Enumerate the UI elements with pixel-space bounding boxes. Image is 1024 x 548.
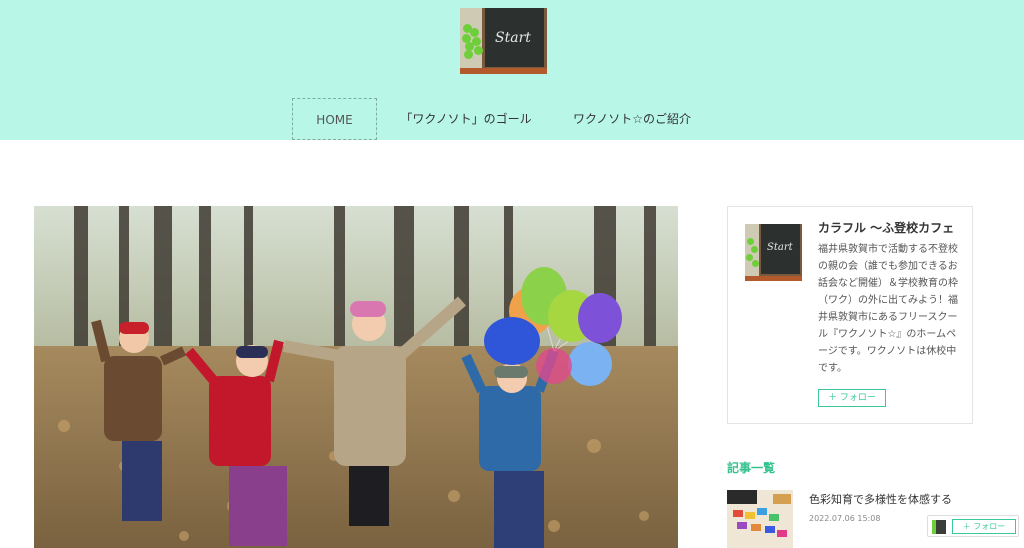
post-date: 2022.07.06 15:08 xyxy=(809,514,881,523)
site-logo[interactable]: Start xyxy=(460,8,547,74)
post-title[interactable]: 色彩知育で多様性を体感する xyxy=(809,491,952,507)
chalkboard-image: Start xyxy=(482,8,547,70)
post-list-title: 記事一覧 xyxy=(727,461,776,475)
profile-board-text: Start xyxy=(767,242,793,253)
plant-image xyxy=(460,22,486,62)
profile-description: 福井県敦賀市で活動する不登校の親の会（誰でも参加できるお話会など開催）＆学校教育… xyxy=(818,244,958,374)
site-header: Start HOME 「ワクノソト」のゴール ワクノソト☆のご紹介 xyxy=(0,0,1024,140)
floating-follow-button[interactable]: ＋ フォロー xyxy=(952,519,1016,534)
global-nav: HOME 「ワクノソト」のゴール ワクノソト☆のご紹介 xyxy=(0,98,1024,140)
post-thumbnail[interactable] xyxy=(727,490,793,548)
nav-home[interactable]: HOME xyxy=(292,98,377,140)
floating-follow-widget: ＋ フォロー xyxy=(927,515,1019,537)
follow-button[interactable]: ＋ フォロー xyxy=(818,389,886,407)
profile-image[interactable]: Start xyxy=(745,224,802,281)
profile-name[interactable]: カラフル ～ふ登校カフェ xyxy=(818,219,958,236)
logo-board-text: Start xyxy=(495,30,531,46)
hero-photo xyxy=(34,206,678,548)
hero-image[interactable] xyxy=(34,206,678,548)
floating-profile-icon xyxy=(932,520,946,534)
nav-introduction[interactable]: ワクノソト☆のご紹介 xyxy=(560,98,704,140)
profile-card: Start カラフル ～ふ登校カフェ 福井県敦賀市で活動する不登校の親の会（誰で… xyxy=(727,206,973,424)
nav-goal[interactable]: 「ワクノソト」のゴール xyxy=(394,98,538,140)
